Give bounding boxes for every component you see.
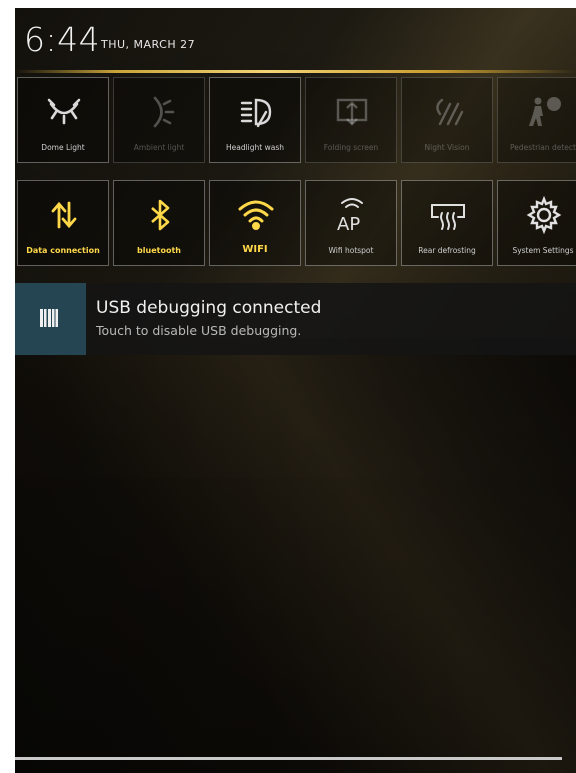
tile-label: bluetooth xyxy=(137,246,181,255)
tile-label: Rear defrosting xyxy=(418,246,476,255)
tile-pedestrian-detect[interactable]: Pedestrian detect xyxy=(497,77,576,163)
clock-time: 6:44 xyxy=(24,20,101,59)
tile-wifi-hotspot[interactable]: AP Wifi hotspot xyxy=(305,180,397,266)
tile-label: Pedestrian detect xyxy=(510,143,576,152)
headlight-wash-icon xyxy=(240,98,272,128)
shade-drag-handle[interactable] xyxy=(15,757,562,760)
tile-label: Data connection xyxy=(26,246,100,255)
notification-icon-box xyxy=(15,283,86,355)
notification-subtitle: Touch to disable USB debugging. xyxy=(96,323,302,338)
bluetooth-icon xyxy=(151,199,170,231)
night-vision-icon xyxy=(436,98,464,126)
notification-shade: 6:44 THU, MARCH 27 Dome Light Ambient li… xyxy=(15,8,576,773)
tile-system-settings[interactable]: System Settings xyxy=(497,180,576,266)
tile-headlight-wash[interactable]: Headlight wash xyxy=(209,77,301,163)
svg-text:AP: AP xyxy=(337,214,360,235)
wifi-icon xyxy=(238,200,274,230)
tile-label: Night Vision xyxy=(424,143,470,152)
tile-rear-defrost[interactable]: Rear defrosting xyxy=(401,180,493,266)
notification-title: USB debugging connected xyxy=(96,298,322,318)
tile-dome-light[interactable]: Dome Light xyxy=(17,77,109,163)
rear-defrost-icon xyxy=(431,204,465,230)
usb-debug-icon xyxy=(40,309,58,327)
tile-label: WIFI xyxy=(242,244,268,255)
tile-label: System Settings xyxy=(512,246,574,255)
usb-debug-notification[interactable]: USB debugging connected Touch to disable… xyxy=(15,283,576,355)
tile-data-connection[interactable]: Data connection xyxy=(17,180,109,266)
tile-night-vision[interactable]: Night Vision xyxy=(401,77,493,163)
tile-wifi[interactable]: WIFI xyxy=(209,180,301,266)
folding-screen-icon xyxy=(336,98,368,126)
clock-date: THU, MARCH 27 xyxy=(101,38,196,51)
dome-light-icon xyxy=(47,98,81,125)
tile-label: Dome Light xyxy=(41,143,85,152)
tile-label: Folding screen xyxy=(323,143,379,152)
tile-label: Ambient light xyxy=(133,143,185,152)
pedestrian-alert-icon xyxy=(529,97,561,126)
status-header: 6:44 THU, MARCH 27 xyxy=(15,8,576,74)
tile-bluetooth[interactable]: bluetooth xyxy=(113,180,205,266)
header-divider xyxy=(15,70,576,73)
settings-gear-icon xyxy=(526,195,562,235)
tile-label: Headlight wash xyxy=(225,143,284,152)
tile-ambient-light[interactable]: Ambient light xyxy=(113,77,205,163)
wifi-hotspot-icon: AP xyxy=(337,198,363,235)
ambient-light-icon xyxy=(153,96,175,128)
tile-label: Wifi hotspot xyxy=(328,246,374,255)
data-connection-icon xyxy=(51,201,77,229)
tile-folding-screen[interactable]: Folding screen xyxy=(305,77,397,163)
